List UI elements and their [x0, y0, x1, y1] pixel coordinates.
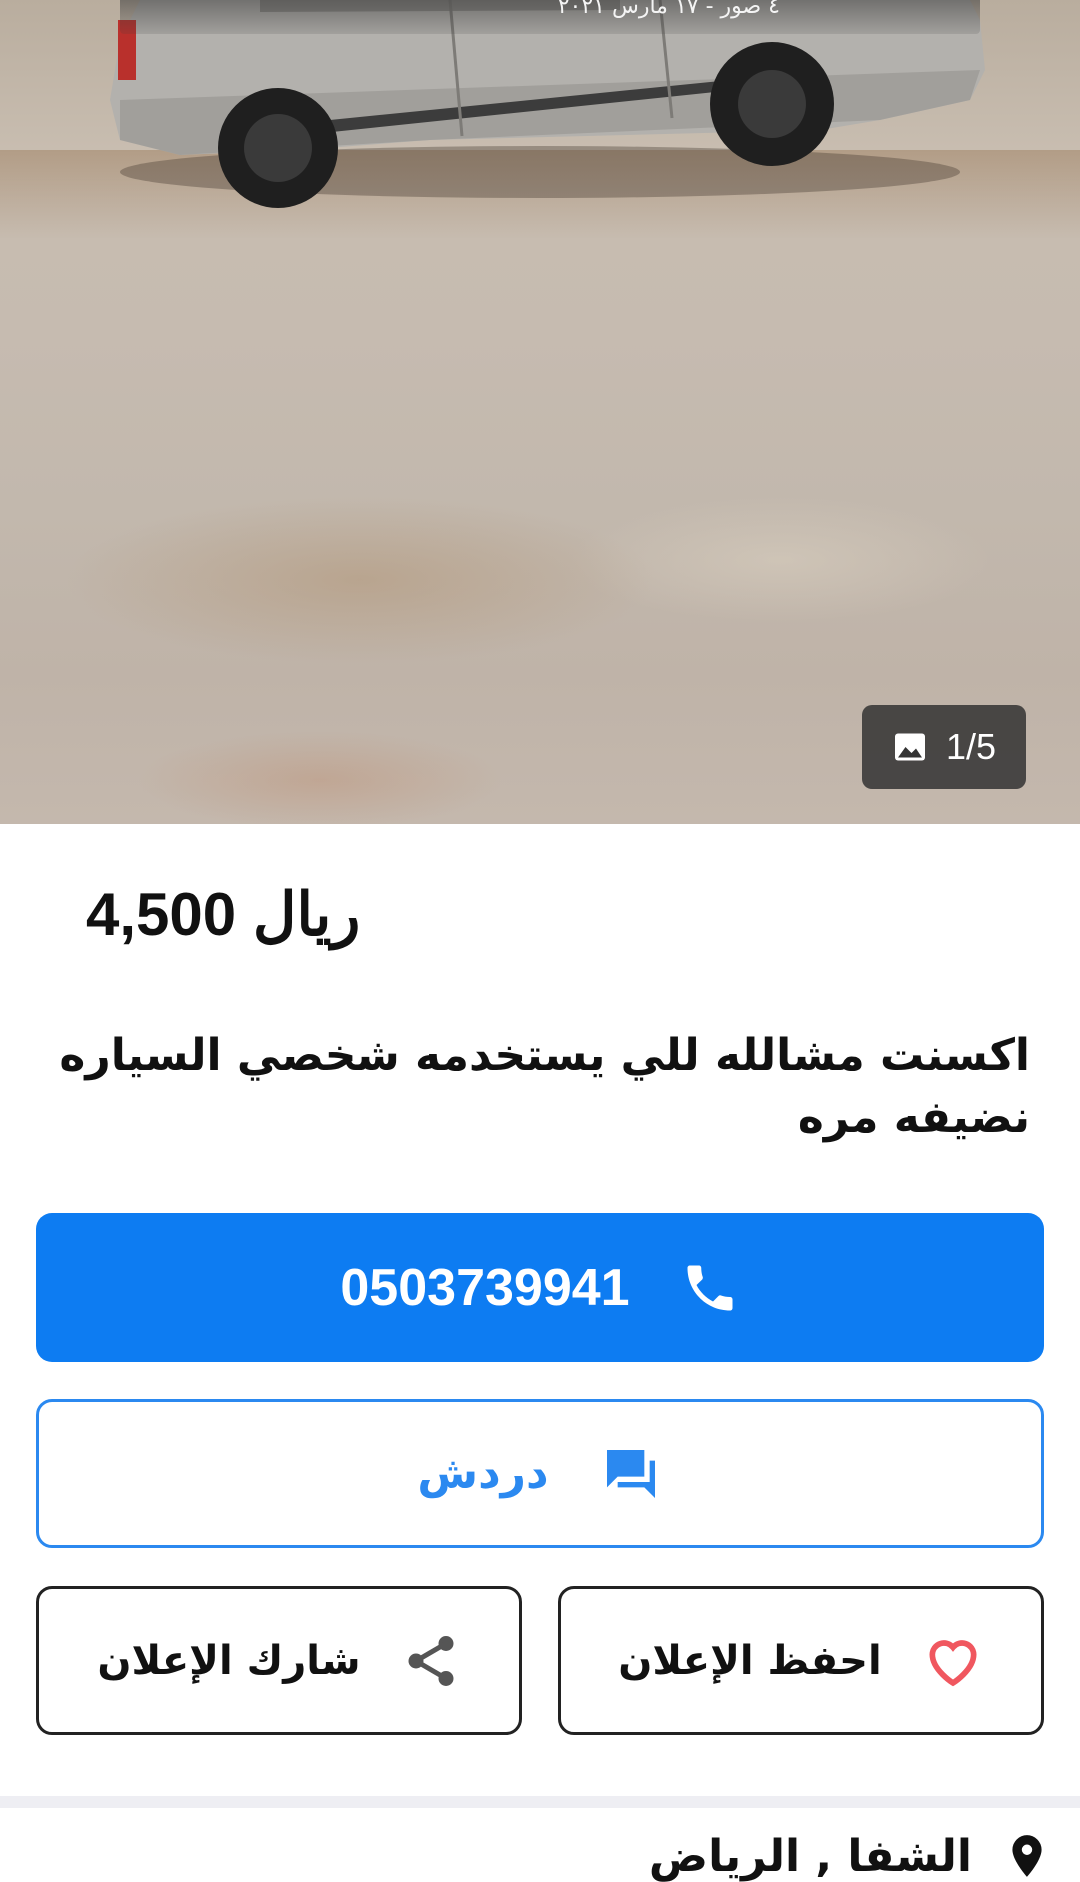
- listing-price: 4,500 ريال: [86, 881, 361, 948]
- share-label: شارك الإعلان: [97, 1637, 361, 1684]
- listing-title: اكسنت مشالله للي يستخدمه شخصي السياره نض…: [59, 1030, 1030, 1143]
- location-row[interactable]: الشفا , الرياض: [649, 1828, 1052, 1882]
- share-button[interactable]: شارك الإعلان: [36, 1586, 522, 1735]
- save-label: احفظ الإعلان: [618, 1637, 882, 1684]
- image-counter: 1/5: [945, 726, 997, 767]
- photo-overlay-text: ٤ صور - ١٧ مارس ٢٠٢١: [557, 0, 780, 19]
- phone-number: 0503739941: [340, 1258, 630, 1317]
- image-icon: [894, 733, 925, 761]
- photo-top-overlay: ٤ صور - ١٧ مارس ٢٠٢١: [120, 0, 980, 34]
- share-icon: [408, 1635, 454, 1686]
- chat-button[interactable]: دردش: [36, 1399, 1044, 1548]
- listing-photo[interactable]: ٤ صور - ١٧ مارس ٢٠٢١ 1/5: [0, 0, 1080, 824]
- location-pin-icon: [1012, 1835, 1042, 1877]
- phone-icon: [687, 1265, 733, 1310]
- chat-label: دردش: [417, 1448, 549, 1499]
- chat-icon: [606, 1449, 655, 1498]
- call-button[interactable]: 0503739941: [36, 1213, 1044, 1362]
- section-divider: [0, 1796, 1080, 1808]
- location-label: الشفا , الرياض: [648, 1830, 972, 1882]
- heart-icon: [929, 1639, 977, 1686]
- save-button[interactable]: احفظ الإعلان: [558, 1586, 1044, 1735]
- image-counter-badge: 1/5: [862, 705, 1026, 789]
